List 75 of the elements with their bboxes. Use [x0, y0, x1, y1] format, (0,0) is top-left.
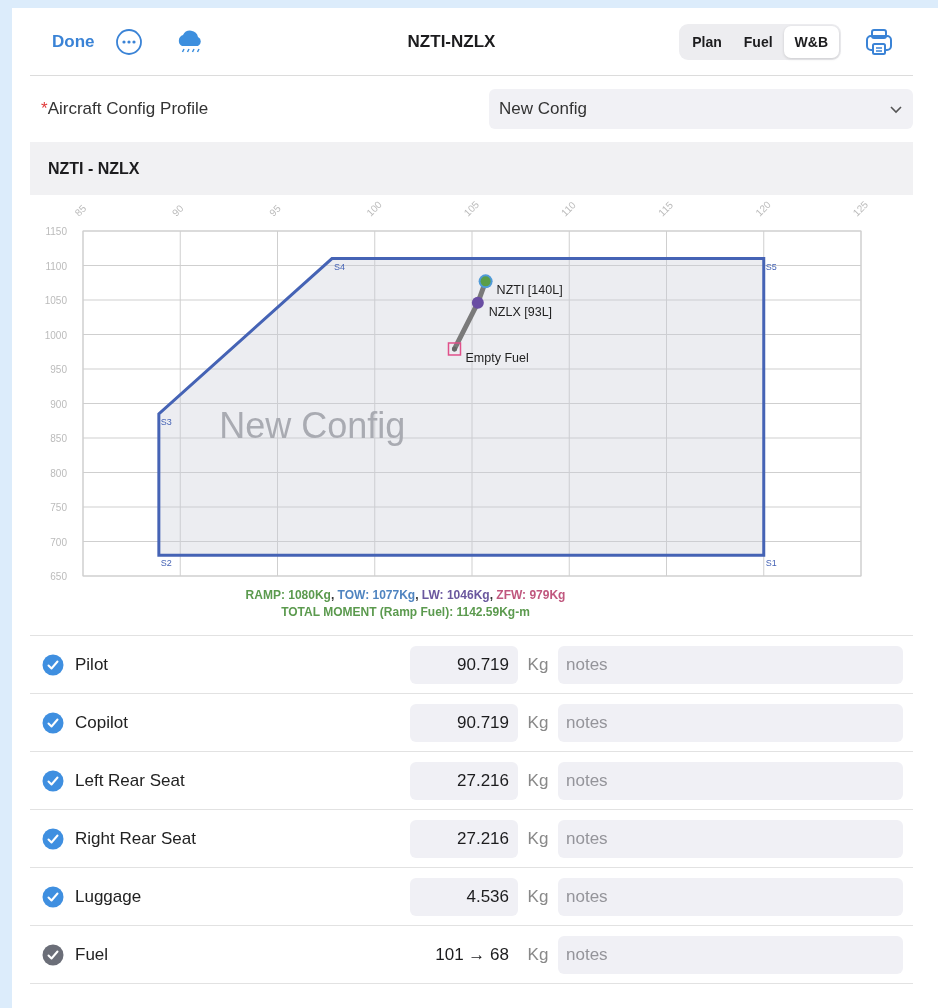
checked-icon[interactable] [42, 943, 64, 966]
row-label: Luggage [75, 886, 143, 907]
notes-field[interactable]: notes [558, 819, 903, 858]
axis-tick-label: 105 [461, 198, 482, 219]
vertex-label: S2 [160, 558, 172, 569]
weight-field[interactable]: 27.216 [410, 819, 518, 858]
axis-tick-label: 85 [72, 202, 89, 219]
total-moment: TOTAL MOMENT (Ramp Fuel): 1142.59Kg-m [280, 604, 531, 621]
point-label: NZTI [140L] [496, 283, 563, 298]
vertex-label: S1 [765, 558, 777, 569]
axis-tick-label: 700 [50, 536, 67, 548]
vertex-label: S5 [765, 261, 777, 272]
axis-tick-label: 90 [169, 202, 186, 219]
tab[interactable]: W&B [783, 25, 839, 58]
axis-tick-label: 900 [50, 398, 67, 410]
data-point [471, 296, 484, 309]
unit-label: Kg [526, 886, 550, 907]
row-label: Left Rear Seat [75, 770, 186, 791]
axis-tick-label: 95 [267, 202, 283, 219]
notes-field[interactable]: notes [558, 761, 903, 800]
notes-field[interactable]: notes [558, 935, 903, 974]
row-label: Right Rear Seat [75, 828, 197, 849]
data-point [447, 342, 462, 356]
tab[interactable]: Fuel [732, 25, 784, 58]
vertex-label: S4 [333, 261, 345, 272]
axis-tick-label: 110 [558, 199, 578, 219]
axis-tick-label: 1150 [45, 226, 67, 237]
weight-field[interactable]: 4.536 [410, 877, 518, 916]
weight-field[interactable]: 90.719 [410, 703, 518, 742]
row-label: Pilot [75, 654, 110, 675]
axis-tick-label: 100 [364, 198, 384, 219]
config-dropdown[interactable]: New Config [489, 89, 913, 129]
watermark-text: New Config [219, 405, 406, 446]
unit-label: Kg [526, 712, 550, 733]
checked-icon[interactable] [42, 827, 64, 850]
checked-icon[interactable] [42, 711, 64, 734]
axis-tick-label: 750 [50, 502, 67, 513]
axis-tick-label: 950 [50, 364, 67, 375]
done-button[interactable]: Done [52, 31, 95, 52]
checked-icon[interactable] [42, 653, 64, 676]
notes-field[interactable]: notes [558, 703, 903, 742]
chevron-down-icon [889, 104, 903, 114]
axis-tick-label: 120 [753, 198, 773, 219]
axis-tick-label: 125 [850, 198, 871, 219]
section-header: NZTI - NZLX [30, 142, 913, 195]
more-icon[interactable] [114, 27, 143, 56]
weights-summary: RAMP: 1080Kg, TOW: 1077Kg, LW: 1046Kg, ZFW: 979Kg [244, 587, 567, 604]
row-label: Copilot [75, 712, 129, 733]
print-icon[interactable] [865, 26, 893, 57]
unit-label: Kg [526, 828, 550, 849]
axis-tick-label: 1100 [45, 260, 67, 272]
data-point [478, 274, 493, 289]
point-label: Empty Fuel [465, 351, 529, 365]
axis-tick-label: 850 [50, 433, 67, 444]
checked-icon[interactable] [42, 885, 64, 908]
unit-label: Kg [526, 654, 550, 675]
weight-field[interactable]: 90.719 [410, 645, 518, 684]
unit-label: Kg [526, 944, 550, 965]
tab[interactable]: Plan [681, 25, 733, 58]
axis-tick-label: 800 [50, 467, 67, 479]
config-label: *Aircraft Config Profile [40, 99, 209, 119]
notes-field[interactable]: notes [558, 877, 903, 916]
fuel-value: 101 → 68 [434, 943, 510, 966]
axis-tick-label: 115 [656, 199, 676, 219]
axis-tick-label: 1050 [44, 295, 67, 306]
point-label: NZLX [93L] [488, 304, 553, 319]
notes-field[interactable]: notes [558, 645, 903, 684]
vertex-label: S3 [160, 416, 172, 427]
checked-icon[interactable] [42, 769, 64, 792]
row-label: Fuel [75, 944, 110, 965]
axis-tick-label: 650 [50, 571, 67, 582]
axis-tick-label: 1000 [44, 329, 67, 341]
weight-field[interactable]: 27.216 [410, 761, 518, 800]
unit-label: Kg [526, 770, 550, 791]
screen-title: NZTI-NZLX [407, 31, 496, 52]
